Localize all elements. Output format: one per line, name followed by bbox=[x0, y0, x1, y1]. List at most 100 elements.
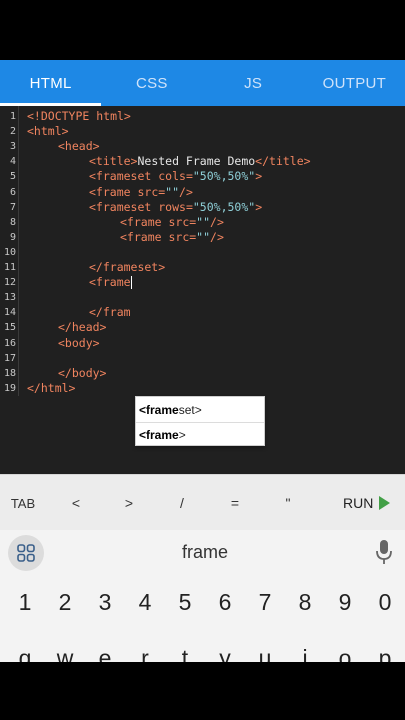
key-letter[interactable]: q bbox=[5, 638, 45, 663]
line-number: 6 bbox=[9, 186, 16, 198]
code-text: <html> bbox=[27, 124, 69, 139]
line-number: 14 bbox=[3, 307, 16, 319]
code-token: </title> bbox=[255, 154, 311, 169]
key-digit[interactable]: 1 bbox=[5, 582, 45, 622]
key-letter[interactable]: t bbox=[165, 638, 205, 663]
slash-key[interactable]: / bbox=[162, 475, 202, 531]
grid-icon bbox=[17, 544, 35, 562]
autocomplete-item-frame[interactable]: <frame > bbox=[136, 422, 264, 447]
code-line[interactable]: 4 <title>Nested Frame Demo</title> bbox=[0, 154, 405, 169]
line-number: 13 bbox=[3, 292, 16, 304]
code-editor[interactable]: 1 <!DOCTYPE html> 2 <html> 3 <head> 4 <title>Ne… bbox=[0, 106, 405, 474]
key-digit[interactable]: 0 bbox=[365, 582, 405, 622]
code-line[interactable]: 16 <body> bbox=[0, 336, 405, 351]
key-digit[interactable]: 9 bbox=[325, 582, 365, 622]
autocomplete-popup: <frame set> <frame > bbox=[135, 396, 265, 446]
equals-key[interactable]: = bbox=[215, 475, 255, 531]
code-line[interactable]: 7 <frameset rows="50%,50%"> bbox=[0, 200, 405, 215]
tab-js[interactable]: JS bbox=[203, 60, 304, 106]
line-number: 3 bbox=[9, 141, 16, 153]
code-text: <body> bbox=[58, 336, 100, 351]
code-line[interactable]: 6 <frame src=""/> bbox=[0, 185, 405, 200]
tab-html[interactable]: HTML bbox=[0, 60, 102, 106]
code-token: <frame bbox=[120, 229, 169, 244]
code-token: <body> bbox=[58, 335, 100, 350]
code-line[interactable]: 10 bbox=[0, 245, 405, 260]
code-line[interactable]: 12 <frame bbox=[0, 275, 405, 290]
run-button[interactable]: RUN bbox=[343, 475, 405, 531]
tab-output[interactable]: OUTPUT bbox=[304, 60, 405, 106]
code-text: </frameset> bbox=[89, 260, 165, 275]
key-letter[interactable]: e bbox=[85, 638, 125, 663]
line-number: 11 bbox=[3, 262, 16, 273]
code-token: <title> bbox=[89, 154, 138, 169]
key-letter[interactable]: y bbox=[205, 638, 245, 663]
code-line[interactable]: 3 <head> bbox=[0, 139, 405, 154]
code-line[interactable]: 18 </body> bbox=[0, 366, 405, 381]
greater-than-key[interactable]: > bbox=[109, 475, 149, 531]
key-letter[interactable]: w bbox=[45, 638, 85, 663]
line-number: 9 bbox=[9, 231, 16, 243]
key-digit[interactable]: 4 bbox=[125, 582, 165, 622]
digit-row: 1234567890 bbox=[0, 582, 405, 622]
code-line[interactable]: 14 </fram bbox=[0, 305, 405, 320]
key-letter[interactable]: p bbox=[365, 638, 405, 663]
key-letter[interactable]: i bbox=[285, 638, 325, 663]
key-digit[interactable]: 8 bbox=[285, 582, 325, 622]
code-text: </body> bbox=[58, 366, 106, 381]
code-token: rows= bbox=[158, 199, 193, 214]
code-token: > bbox=[255, 169, 263, 184]
code-text: </head> bbox=[58, 320, 106, 335]
key-letter[interactable]: r bbox=[125, 638, 165, 663]
less-than-key[interactable]: < bbox=[56, 475, 96, 531]
soft-keyboard: frame 1234567890 qwertyuiop bbox=[0, 530, 405, 662]
code-token: </frameset> bbox=[89, 260, 166, 274]
code-token: src= bbox=[168, 214, 197, 229]
code-token: </html> bbox=[27, 380, 76, 395]
code-token: "" bbox=[165, 184, 180, 199]
run-label: RUN bbox=[343, 495, 374, 511]
code-line[interactable]: 13 bbox=[0, 290, 405, 305]
text-cursor bbox=[130, 276, 132, 290]
code-text: </html> bbox=[27, 381, 75, 396]
code-token: <frame bbox=[89, 184, 138, 199]
key-letter[interactable]: u bbox=[245, 638, 285, 663]
code-line[interactable]: 2 <html> bbox=[0, 124, 405, 139]
code-token: <frame bbox=[89, 275, 131, 290]
autocomplete-match-text: <frame bbox=[139, 402, 179, 417]
autocomplete-item-frameset[interactable]: <frame set> bbox=[136, 397, 264, 422]
code-line[interactable]: 1 <!DOCTYPE html> bbox=[0, 109, 405, 124]
key-digit[interactable]: 6 bbox=[205, 582, 245, 622]
key-digit[interactable]: 5 bbox=[165, 582, 205, 622]
quote-key[interactable]: " bbox=[268, 475, 308, 531]
code-line[interactable]: 15 </head> bbox=[0, 320, 405, 335]
tab-css[interactable]: CSS bbox=[101, 60, 202, 106]
microphone-icon[interactable] bbox=[375, 539, 393, 565]
code-token: </body> bbox=[58, 365, 107, 380]
code-text: </fram bbox=[89, 305, 131, 320]
keyboard-apps-button[interactable] bbox=[8, 535, 44, 571]
key-digit[interactable]: 7 bbox=[245, 582, 285, 622]
line-number: 19 bbox=[3, 382, 16, 394]
play-icon bbox=[379, 496, 391, 510]
code-token: <head> bbox=[58, 139, 100, 154]
line-number: 17 bbox=[3, 352, 16, 364]
navigation-area bbox=[0, 662, 405, 720]
code-line[interactable]: 8 <frame src=""/> bbox=[0, 215, 405, 230]
code-line[interactable]: 9 <frame src=""/> bbox=[0, 230, 405, 245]
code-token: </head> bbox=[58, 320, 107, 335]
code-line[interactable]: 19 </html> bbox=[0, 381, 405, 396]
code-token: /> bbox=[179, 184, 193, 199]
key-digit[interactable]: 2 bbox=[45, 582, 85, 622]
letter-row: qwertyuiop bbox=[0, 638, 405, 663]
word-suggestion[interactable]: frame bbox=[120, 530, 290, 574]
code-line[interactable]: 5 <frameset cols="50%,50%"> bbox=[0, 169, 405, 184]
line-number: 5 bbox=[9, 171, 16, 183]
tab-key[interactable]: TAB bbox=[0, 475, 46, 531]
code-token: "" bbox=[196, 229, 211, 244]
code-line[interactable]: 17 bbox=[0, 351, 405, 366]
code-token: <frameset bbox=[89, 169, 159, 184]
code-line[interactable]: 11 </frameset> bbox=[0, 260, 405, 275]
key-letter[interactable]: o bbox=[325, 638, 365, 663]
key-digit[interactable]: 3 bbox=[85, 582, 125, 622]
